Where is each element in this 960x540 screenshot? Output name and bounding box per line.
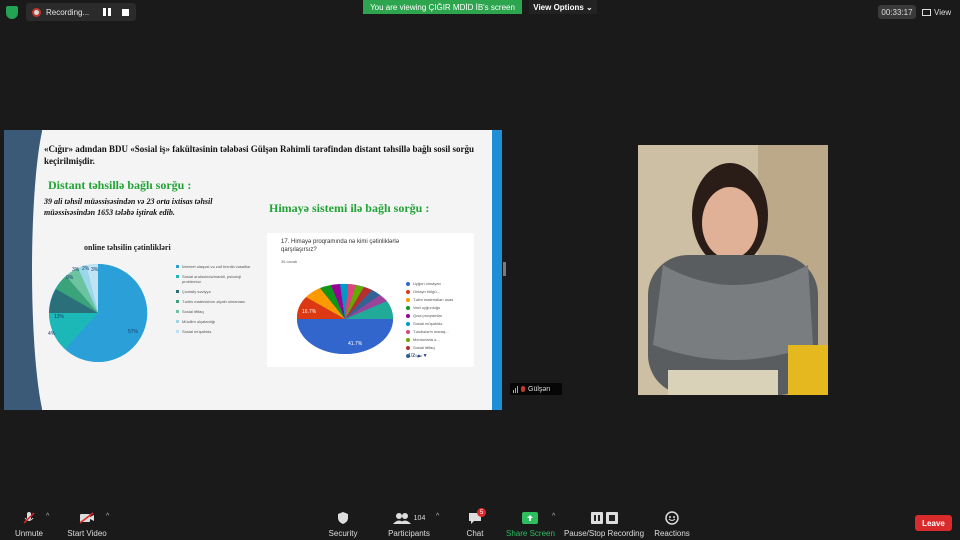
legend-item: Tədris materialının əlçatlı olmaması (176, 299, 256, 304)
slide-decor-right-bar (492, 130, 502, 410)
chat-label: Chat (466, 529, 484, 538)
poll-page-label: 1/2 (408, 353, 415, 359)
pause-icon (590, 512, 603, 524)
mic-off-icon (23, 512, 35, 524)
legend-item: Sosial ərəfəsində/maddi, psixoloji probl… (176, 274, 256, 284)
unmute-button[interactable]: Unmute (10, 511, 48, 538)
shield-icon (338, 512, 348, 524)
recording-label: Recording... (46, 7, 90, 17)
participants-options-caret[interactable]: ^ (436, 513, 439, 520)
view-options-button[interactable]: View Options ⌄ (529, 0, 597, 14)
poll-question: 17. Himayə proqramında nə kimi çətinlikl… (281, 239, 400, 253)
legend-item: Uyğun olmayan (406, 281, 472, 286)
pie2-chart: 41.7% 16.7% (296, 283, 394, 354)
legend-item: Onlayn bölgü... (406, 289, 472, 294)
participants-button[interactable]: 104 Participants (384, 511, 434, 538)
legend-item: Sosial müşahidə (406, 321, 472, 326)
poll-screenshot: 17. Himayə proqramında nə kimi çətinlikl… (267, 233, 474, 367)
video-options-caret[interactable]: ^ (106, 513, 109, 520)
participants-count: 104 (413, 514, 426, 522)
stop-recording-icon[interactable] (122, 8, 129, 16)
pie1-label: 4% (48, 331, 56, 337)
legend-item: Mentorlarla ə... (406, 337, 472, 342)
pause-recording-icon[interactable] (103, 8, 111, 16)
start-video-label: Start Video (67, 529, 107, 538)
grid-view-icon (922, 8, 931, 16)
legend-item: Tələbələrin maraq... (406, 329, 472, 334)
legend-item: Qısa proqramlar (406, 313, 472, 318)
security-button[interactable]: Security (325, 511, 361, 538)
share-screen-icon (522, 512, 538, 524)
legend-item: Sosial ittifaq (406, 345, 472, 350)
participants-label: Participants (388, 529, 430, 538)
participant-name: Gülşən (528, 385, 551, 393)
legend-item: Sosial müşahidə (176, 329, 256, 334)
pie1-legend: İnternet əlaqəsi və zəif texniki vəsaitl… (176, 264, 256, 339)
pie1-title: online təhsilin çətinlikləri (84, 243, 171, 252)
unmute-label: Unmute (14, 529, 43, 538)
reactions-label: Reactions (654, 529, 690, 538)
meeting-timer: 00:33:17 (878, 5, 916, 19)
pie1-label: 2% (82, 266, 90, 272)
pie1-label: 13% (54, 314, 65, 320)
participants-icon (392, 513, 411, 524)
chat-button[interactable]: Chat (460, 511, 490, 538)
view-label: View (934, 7, 952, 17)
audio-level-icon (513, 385, 518, 393)
reactions-icon (665, 511, 679, 525)
pie1-label: 3% (91, 267, 99, 273)
pie2-label: 16.7% (302, 309, 317, 315)
legend-item: Vaxt uyğunluğu (406, 305, 472, 310)
audio-options-caret[interactable]: ^ (46, 513, 49, 520)
pause-stop-recording-button[interactable]: Pause/Stop Recording (563, 511, 645, 538)
video-off-icon (79, 512, 94, 524)
pie1-chart: 57% 13% 4% 9% 3% 2% 3% (48, 263, 148, 362)
legend-item: Təlim materialları əsas (406, 297, 472, 302)
muted-mic-icon (521, 386, 525, 392)
leave-button[interactable]: Leave (915, 515, 952, 531)
pie1-label: 3% (72, 267, 80, 273)
pie2-slice-417 (297, 319, 393, 354)
chat-unread-badge: 5 (477, 508, 486, 517)
share-screen-label: Share Screen (506, 529, 555, 538)
pie1-label: 9% (66, 275, 74, 281)
pie2-legend: Uyğun olmayan Onlayn bölgü... Təlim mate… (406, 281, 472, 361)
slide-heading: «Cığır» adından BDU «Sosial iş» fakültəs… (44, 144, 475, 166)
poll-pagination: 1/2 ▲ ▼ (408, 353, 428, 359)
survey1-note: 39 ali təhsil müəssisəsindən və 23 orta … (44, 197, 213, 217)
survey2-title: Himayə sistemi ilə bağlı sorğu : (269, 201, 430, 215)
shared-screen-slide: «Cığır» adından BDU «Sosial iş» fakültəs… (4, 130, 502, 410)
legend-item: Çoxtaliy səviyyə (176, 289, 256, 294)
share-screen-button[interactable]: Share Screen (506, 511, 555, 538)
view-button[interactable]: View (922, 5, 956, 19)
poll-response-count: 36 cavab (281, 259, 298, 264)
pie1-label: 57% (128, 329, 139, 335)
participant-video-image (638, 145, 828, 395)
reactions-button[interactable]: Reactions (652, 511, 692, 538)
legend-item: Müəllim əlçatanlığı (176, 319, 256, 324)
pie2-label: 41.7% (348, 341, 363, 347)
viewing-screen-banner: You are viewing ÇIĞIR MDİD İB's screen (363, 0, 522, 14)
pause-stop-recording-label: Pause/Stop Recording (563, 529, 645, 538)
legend-item: İnternet əlaqəsi və zəif texniki vəsaitl… (176, 264, 256, 269)
legend-item: Sosial ittifaq (176, 309, 256, 314)
recording-dot-icon (32, 7, 41, 17)
split-view-divider-handle[interactable] (503, 262, 506, 276)
stop-icon (605, 512, 618, 524)
start-video-button[interactable]: Start Video (64, 511, 110, 538)
security-label: Security (328, 529, 358, 538)
participant-nametag: Gülşən (510, 383, 562, 395)
recording-indicator: Recording... (26, 3, 136, 21)
share-options-caret[interactable]: ^ (552, 513, 555, 520)
survey1-title: Distant təhsillə bağlı sorğu : (48, 178, 192, 192)
security-shield-icon[interactable] (6, 6, 18, 19)
participant-video[interactable] (638, 145, 828, 395)
